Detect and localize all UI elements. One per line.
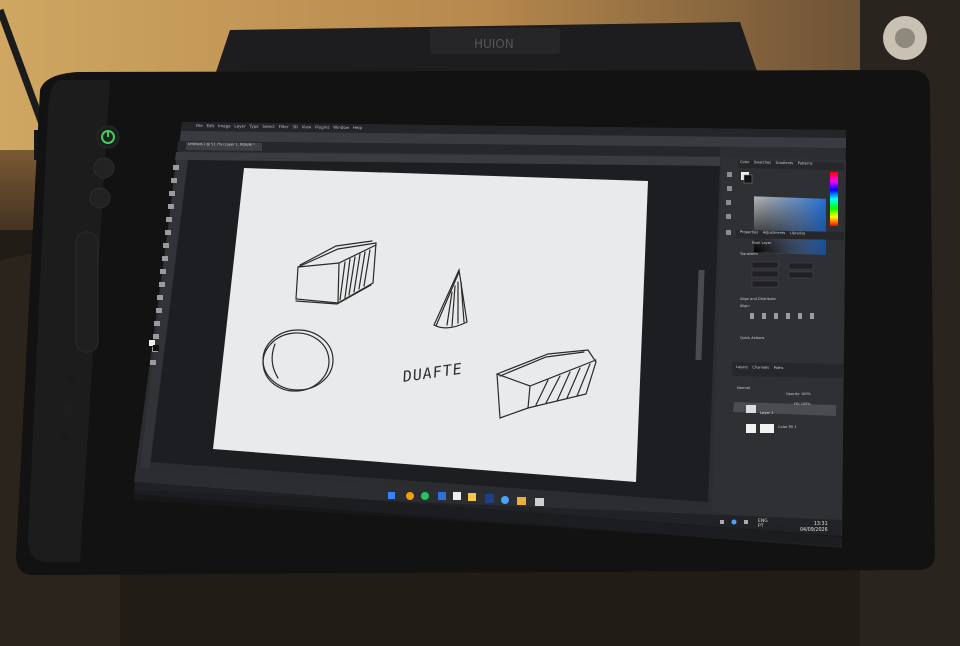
opacity-field[interactable]: Opacity: 100% <box>786 392 811 396</box>
menu-item-file[interactable]: File <box>196 123 203 128</box>
language-indicator[interactable]: ENG PT <box>758 519 768 530</box>
tab-layers[interactable]: Layers <box>736 365 748 369</box>
stand-brand-text: HUION <box>474 37 514 51</box>
tab-adjustments[interactable]: Adjustments <box>763 231 786 236</box>
menu-item-edit[interactable]: Edit <box>206 123 214 128</box>
tab-swatches[interactable]: Swatches <box>754 160 771 164</box>
menu-item-view[interactable]: View <box>302 124 312 129</box>
menu-item-image[interactable]: Image <box>218 123 231 128</box>
menu-item-window[interactable]: Window <box>333 125 349 130</box>
tab-paths[interactable]: Paths <box>774 366 784 370</box>
layer-row-layer-1[interactable]: Layer 1 <box>760 411 773 416</box>
tab-libraries[interactable]: Libraries <box>790 231 806 235</box>
menu-item-3d[interactable]: 3D <box>292 124 298 129</box>
align-label: Align and Distribute <box>740 297 776 301</box>
photo-illustration: HUION <box>0 0 960 646</box>
tab-color[interactable]: Color <box>740 160 749 164</box>
clock-date: 04/09/2026 <box>800 527 828 533</box>
tab-patterns[interactable]: Patterns <box>798 161 813 165</box>
tab-gradients[interactable]: Gradients <box>776 161 794 165</box>
fill-field[interactable]: Fill: 100% <box>794 402 810 406</box>
transform-label: Transform <box>740 252 758 256</box>
menu-item-filter[interactable]: Filter <box>279 124 289 129</box>
menu-item-type[interactable]: Type <box>249 124 258 129</box>
taskbar-clock[interactable]: 13:31 04/09/2026 <box>800 522 828 533</box>
photo-scene: HUION File Edit Image Layer Type Select … <box>0 0 960 646</box>
menu-item-layer[interactable]: Layer <box>234 123 245 128</box>
tab-properties[interactable]: Properties <box>740 230 758 234</box>
layer-row-color-fill[interactable]: Color Fill 1 <box>778 425 797 430</box>
quick-actions-label: Quick Actions <box>740 336 765 340</box>
pixel-layer-label: Pixel Layer <box>752 241 772 245</box>
menu-item-plugins[interactable]: Plugins <box>315 124 329 129</box>
blend-mode-select[interactable]: Normal <box>737 386 750 391</box>
menu-item-help[interactable]: Help <box>353 125 362 130</box>
align-sub-label: Align: <box>740 304 750 308</box>
tab-channels[interactable]: Channels <box>752 365 769 369</box>
keyboard-layout: PT <box>758 523 764 529</box>
menu-item-select[interactable]: Select <box>262 124 274 129</box>
